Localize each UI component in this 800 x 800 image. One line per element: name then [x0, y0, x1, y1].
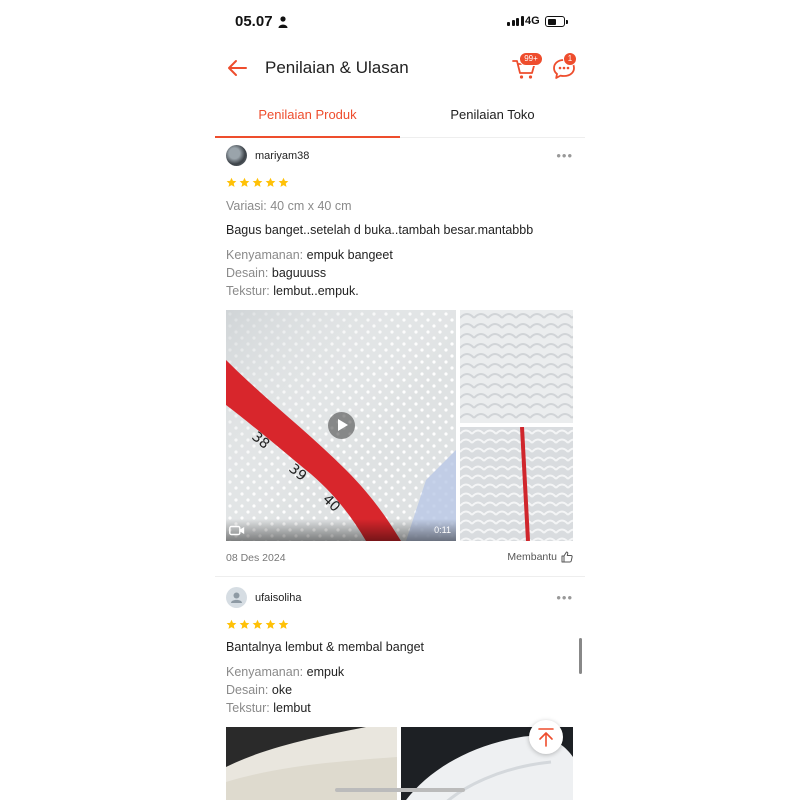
helpful-button[interactable]: Membantu: [507, 551, 573, 563]
avatar: [226, 587, 247, 608]
arrow-left-icon[interactable]: [225, 56, 249, 80]
divider: [215, 576, 585, 577]
video-duration: 0:11: [434, 525, 451, 535]
review-attribute: Desain: oke: [226, 683, 293, 697]
chat-badge: 1: [563, 52, 577, 66]
review-screen: 05.07 4G Penilaian & Ulasan 99+ 1 Penila…: [215, 0, 585, 800]
rating-stars: [226, 177, 289, 188]
review-attribute: Kenyamanan: empuk: [226, 665, 345, 679]
play-icon[interactable]: [328, 412, 355, 439]
network-type: 4G: [525, 15, 540, 27]
thumbs-up-icon: [561, 551, 573, 563]
review-variation: Variasi: 40 cm x 40 cm: [226, 199, 352, 213]
cart-badge: 99+: [519, 52, 543, 66]
home-indicator[interactable]: [335, 788, 465, 792]
review-user-row: ufaisoliha •••: [215, 582, 585, 612]
person-icon: [278, 16, 288, 28]
star-icon: [265, 177, 276, 187]
star-icon: [226, 177, 237, 187]
star-icon: [226, 619, 237, 629]
review-attribute: Tekstur: lembut..empuk.: [226, 284, 359, 298]
review-date: 08 Des 2024: [226, 552, 286, 564]
more-icon[interactable]: •••: [556, 148, 573, 163]
review-attribute: Kenyamanan: empuk bangeet: [226, 248, 393, 262]
review-attribute: Tekstur: lembut: [226, 701, 311, 715]
signal-icon: [507, 16, 524, 26]
star-icon: [278, 177, 289, 187]
star-icon: [265, 619, 276, 629]
tab-bar: Penilaian Produk Penilaian Toko: [215, 100, 585, 138]
battery-icon: [545, 16, 568, 27]
review-username: ufaisoliha: [255, 592, 302, 604]
rating-stars: [226, 619, 289, 630]
status-time: 05.07: [235, 13, 273, 30]
review-photo[interactable]: [460, 310, 573, 423]
arrow-up-icon: [538, 728, 554, 747]
review-comment: Bantalnya lembut & membal banget: [226, 640, 425, 654]
scroll-to-top-button[interactable]: [529, 720, 563, 754]
star-icon: [239, 619, 250, 629]
photo-thumbnail: [460, 310, 573, 423]
star-icon: [252, 177, 263, 187]
star-icon: [252, 619, 263, 629]
review-card: mariyam38 ••• Variasi: 40 cm x 40 cm Bag…: [215, 140, 585, 564]
review-username: mariyam38: [255, 150, 310, 162]
page-title: Penilaian & Ulasan: [265, 58, 409, 77]
review-card: ufaisoliha ••• Bantalnya lembut & membal…: [215, 582, 585, 800]
video-camera-icon: [229, 525, 245, 536]
status-bar: 05.07 4G: [215, 12, 585, 32]
photo-thumbnail: [460, 427, 573, 541]
video-bar: 0:11: [226, 519, 456, 541]
star-icon: [239, 177, 250, 187]
tab-shop-reviews[interactable]: Penilaian Toko: [400, 100, 585, 137]
helpful-label: Membantu: [507, 551, 557, 563]
review-video[interactable]: 38 39 40 0:11: [226, 310, 456, 541]
review-comment: Bagus banget..setelah d buka..tambah bes…: [226, 223, 534, 237]
tab-product-reviews[interactable]: Penilaian Produk: [215, 100, 400, 138]
review-user-row: mariyam38 •••: [215, 140, 585, 170]
more-icon[interactable]: •••: [556, 590, 573, 605]
avatar: [226, 145, 247, 166]
default-avatar-icon: [231, 592, 242, 603]
star-icon: [278, 619, 289, 629]
review-photo[interactable]: [460, 427, 573, 541]
review-attribute: Desain: baguuuss: [226, 266, 327, 280]
scrollbar[interactable]: [579, 638, 582, 674]
